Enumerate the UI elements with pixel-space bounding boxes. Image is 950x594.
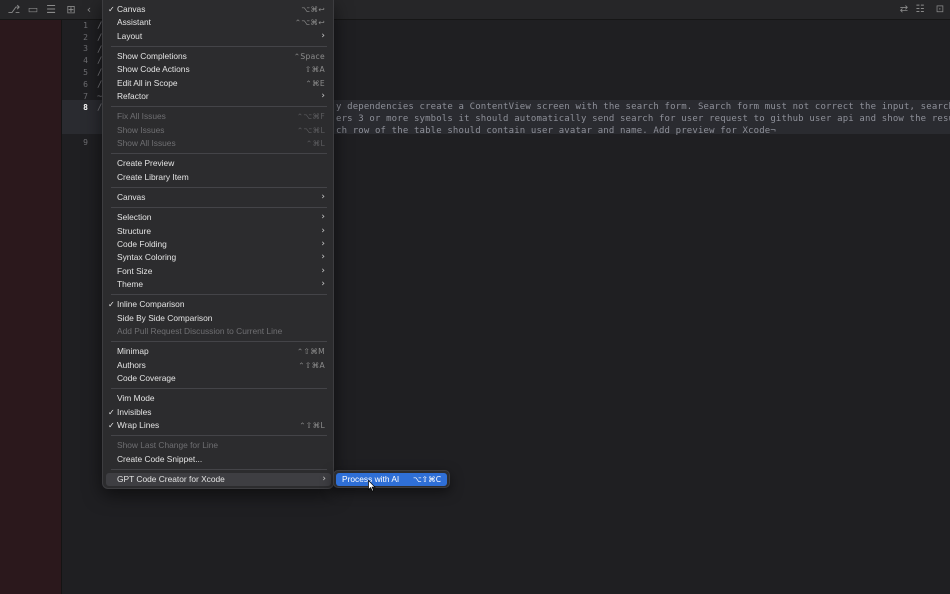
checkmark-icon: ✓ bbox=[108, 421, 115, 430]
menu-item-canvas[interactable]: ✓ Canvas ⌥⌘↩ bbox=[103, 3, 333, 16]
line-number: 6 bbox=[83, 80, 88, 89]
chevron-right-icon: › bbox=[322, 474, 326, 484]
menu-item-minimap[interactable]: Minimap ⌃⇧⌘M bbox=[103, 345, 333, 358]
menu-item-wrap-lines[interactable]: ✓ Wrap Lines ⌃⇧⌘L bbox=[103, 419, 333, 432]
line-number: 2 bbox=[83, 33, 88, 42]
menu-item-selection[interactable]: Selection › bbox=[103, 211, 333, 224]
menu-item-invisibles[interactable]: ✓ Invisibles bbox=[103, 406, 333, 419]
menu-item-create-library-item[interactable]: Create Library Item bbox=[103, 171, 333, 184]
menu-item-code-folding[interactable]: Code Folding › bbox=[103, 238, 333, 251]
document-icon[interactable]: ☰ bbox=[44, 3, 58, 17]
menu-separator bbox=[111, 153, 327, 154]
editor-menu: ✓ Canvas ⌥⌘↩ Assistant ⌃⌥⌘↩ Layout › Sho… bbox=[102, 0, 334, 489]
process-with-ai-item[interactable]: Process with AI ⌥⇧⌘C bbox=[336, 473, 447, 486]
line-number: 1 bbox=[83, 21, 88, 30]
chevron-right-icon: › bbox=[321, 279, 325, 289]
menu-separator bbox=[111, 46, 327, 47]
menu-separator bbox=[111, 207, 327, 208]
chevron-right-icon: › bbox=[321, 91, 325, 101]
menu-item-show-completions[interactable]: Show Completions ⌃Space bbox=[103, 50, 333, 63]
menu-item-vim-mode[interactable]: Vim Mode bbox=[103, 392, 333, 405]
menu-item-show-issues: Show Issues ⌃⌥⌘L bbox=[117, 125, 325, 135]
back-icon[interactable]: ‹ bbox=[82, 3, 96, 17]
menu-item-authors[interactable]: Authors ⌃⇧⌘A bbox=[103, 359, 333, 372]
menu-item-font-size[interactable]: Font Size › bbox=[103, 265, 333, 278]
folder-icon[interactable]: ▭ bbox=[26, 3, 40, 17]
line-number: 3 bbox=[83, 44, 88, 53]
code-line[interactable]: ch row of the table should contain user … bbox=[336, 126, 776, 136]
inspector-icon[interactable]: ☷ bbox=[913, 3, 927, 17]
checkmark-icon: ✓ bbox=[108, 408, 115, 417]
checkmark-icon: ✓ bbox=[108, 300, 115, 309]
grid-icon[interactable]: ⊞ bbox=[64, 3, 78, 17]
chevron-right-icon: › bbox=[321, 266, 325, 276]
menu-item-edit-all-in-scope[interactable]: Edit All in Scope ⌃⌘E bbox=[103, 77, 333, 90]
code-line[interactable]: y dependencies create a ContentView scre… bbox=[336, 102, 950, 112]
line-number: 4 bbox=[83, 56, 88, 65]
menu-separator bbox=[111, 469, 327, 470]
navigator-sidebar bbox=[0, 0, 62, 594]
menu-item-structure[interactable]: Structure › bbox=[103, 225, 333, 238]
menu-item-theme[interactable]: Theme › bbox=[103, 278, 333, 291]
menu-item-add-pull-request-discussion: Add Pull Request Discussion to Current L… bbox=[117, 326, 283, 336]
menu-item-side-by-side-comparison[interactable]: Side By Side Comparison bbox=[103, 312, 333, 325]
line-number-active: 8 bbox=[83, 103, 88, 112]
menu-item-inline-comparison[interactable]: ✓ Inline Comparison bbox=[103, 298, 333, 311]
menu-item-create-preview[interactable]: Create Preview bbox=[103, 157, 333, 170]
chevron-right-icon: › bbox=[321, 239, 325, 249]
swap-icon[interactable]: ⇄ bbox=[897, 3, 911, 17]
menu-separator bbox=[111, 388, 327, 389]
chevron-right-icon: › bbox=[321, 31, 325, 41]
line-number: 9 bbox=[83, 138, 88, 147]
menu-item-show-last-change: Show Last Change for Line bbox=[117, 440, 219, 450]
checkmark-icon: ✓ bbox=[108, 5, 115, 14]
chevron-right-icon: › bbox=[321, 192, 325, 202]
menu-item-refactor[interactable]: Refactor › bbox=[103, 90, 333, 103]
menu-separator bbox=[111, 341, 327, 342]
menu-item-layout[interactable]: Layout › bbox=[103, 30, 333, 43]
menu-item-code-coverage[interactable]: Code Coverage bbox=[103, 372, 333, 385]
chevron-right-icon: › bbox=[321, 212, 325, 222]
chevron-right-icon: › bbox=[321, 226, 325, 236]
menu-item-assistant[interactable]: Assistant ⌃⌥⌘↩ bbox=[103, 16, 333, 29]
menu-separator bbox=[111, 294, 327, 295]
menu-item-fix-all-issues: Fix All Issues ⌃⌥⌘F bbox=[117, 111, 325, 121]
gpt-code-creator-submenu: Process with AI ⌥⇧⌘C bbox=[333, 470, 450, 488]
mouse-pointer-icon bbox=[368, 480, 376, 492]
menu-item-canvas-submenu[interactable]: Canvas › bbox=[103, 191, 333, 204]
line-number: 5 bbox=[83, 68, 88, 77]
menu-item-gpt-code-creator[interactable]: GPT Code Creator for Xcode › bbox=[106, 473, 331, 486]
source-control-icon[interactable]: ⎇ bbox=[7, 3, 21, 17]
code-line[interactable]: ers 3 or more symbols it should automati… bbox=[336, 114, 950, 124]
line-number: 7 bbox=[83, 92, 88, 101]
chevron-right-icon: › bbox=[321, 252, 325, 262]
menu-separator bbox=[111, 106, 327, 107]
menu-item-show-all-issues: Show All Issues ⌃⌘L bbox=[117, 138, 325, 148]
menu-item-syntax-coloring[interactable]: Syntax Coloring › bbox=[103, 251, 333, 264]
canvas-icon[interactable]: ⊡ bbox=[933, 3, 947, 17]
menu-item-show-code-actions[interactable]: Show Code Actions ⇧⌘A bbox=[103, 63, 333, 76]
menu-item-create-code-snippet[interactable]: Create Code Snippet... bbox=[103, 453, 333, 466]
menu-separator bbox=[111, 187, 327, 188]
menu-separator bbox=[111, 435, 327, 436]
